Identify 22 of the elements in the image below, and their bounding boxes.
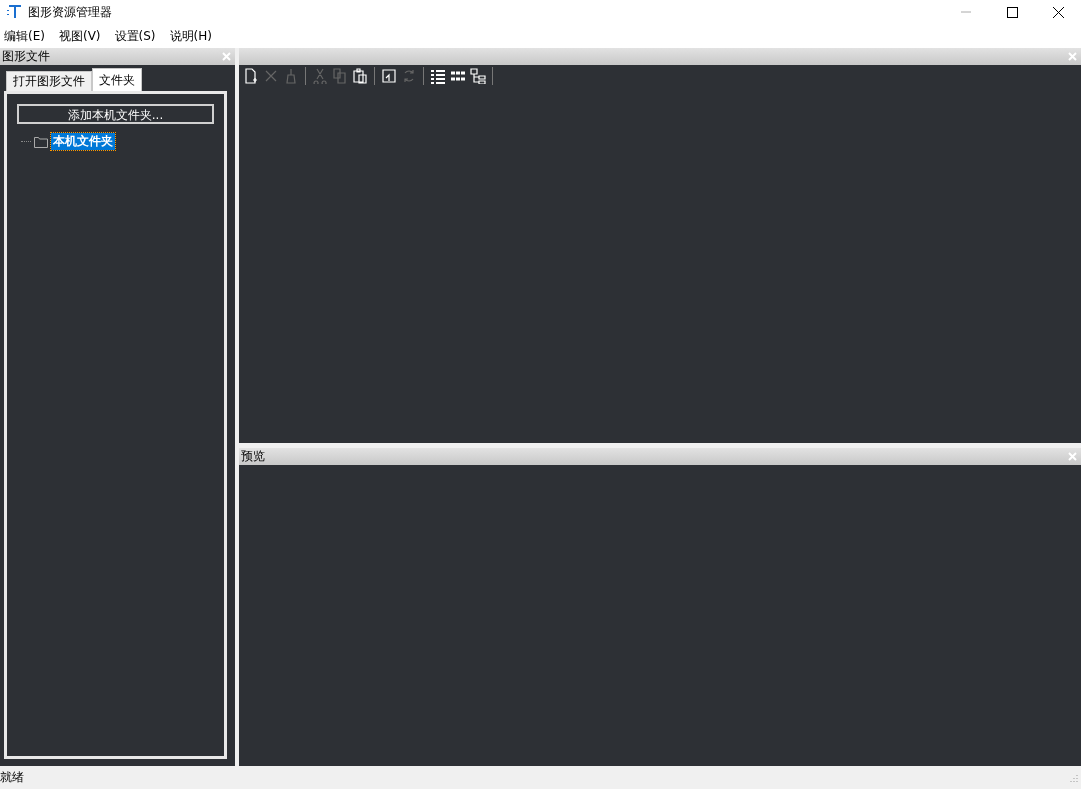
menu-item[interactable]: 编辑(E) xyxy=(4,27,45,45)
tab[interactable]: 文件夹 xyxy=(92,68,142,91)
maximize-icon[interactable] xyxy=(1006,6,1018,18)
window-title: 图形资源管理器 xyxy=(28,3,113,21)
status-text: 就绪 xyxy=(0,769,24,786)
document-icon[interactable] xyxy=(243,68,259,84)
menu-item[interactable]: 设置(S) xyxy=(114,27,156,45)
tree-view-icon[interactable] xyxy=(470,68,486,84)
menu-item[interactable]: 说明(H) xyxy=(169,27,212,45)
folder-icon xyxy=(34,135,48,148)
close-icon[interactable] xyxy=(1052,6,1064,18)
menu-item[interactable]: 视图(V) xyxy=(58,27,101,45)
panel-title: 预览 xyxy=(241,448,265,465)
add-folder-button[interactable]: 添加本机文件夹... xyxy=(17,104,214,124)
tree-item[interactable]: 本机文件夹 xyxy=(51,133,115,150)
resize-grip-icon[interactable] xyxy=(1070,773,1078,782)
paste-icon[interactable] xyxy=(352,68,368,84)
image-frame-icon[interactable] xyxy=(381,68,397,84)
app-logo-icon xyxy=(6,5,22,19)
tab[interactable]: 打开图形文件 xyxy=(6,71,92,91)
list-icon[interactable] xyxy=(430,68,446,84)
panel-title: 图形文件 xyxy=(2,48,50,65)
